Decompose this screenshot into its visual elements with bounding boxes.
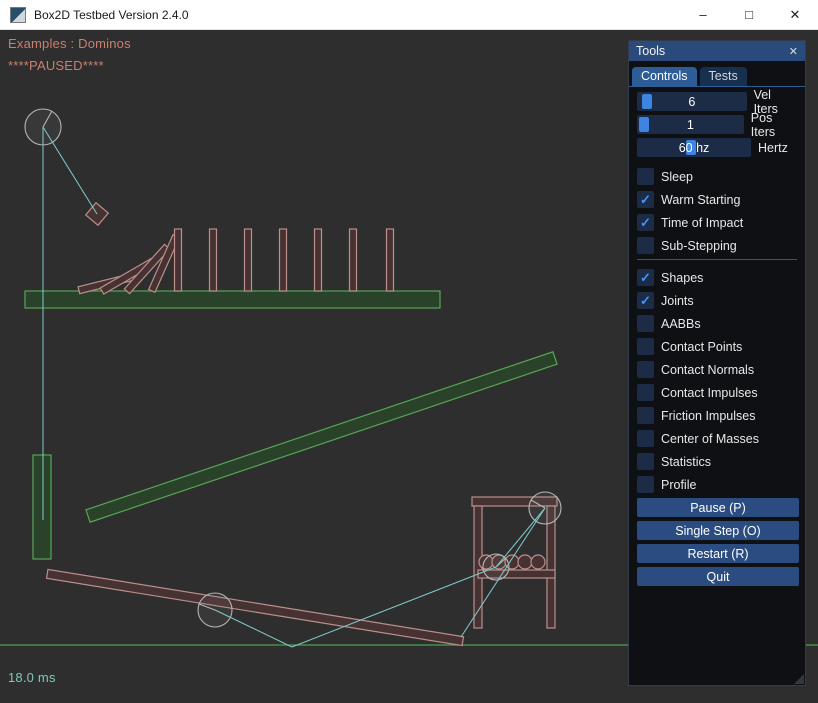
window-controls: – □ ✕ [680, 0, 818, 29]
checkbox-label: Time of Impact [661, 216, 743, 230]
checkbox-box[interactable] [637, 407, 654, 424]
checkbox-box[interactable] [637, 476, 654, 493]
check-icon: ✓ [640, 216, 651, 229]
checkbox-friction-impulses[interactable]: Friction Impulses [637, 406, 797, 425]
checkbox-box[interactable]: ✓ [637, 269, 654, 286]
tab-controls[interactable]: Controls [632, 67, 697, 86]
checkbox-center-of-masses[interactable]: Center of Masses [637, 429, 797, 448]
pause-button[interactable]: Pause (P) [637, 498, 799, 517]
maximize-button[interactable]: □ [726, 0, 772, 29]
slider-label: Pos Iters [751, 111, 797, 139]
checkbox-box[interactable] [637, 315, 654, 332]
close-button[interactable]: ✕ [772, 0, 818, 29]
slider-track[interactable]: 1 [637, 115, 744, 134]
checkbox-label: Profile [661, 478, 696, 492]
slider-value: 6 [637, 92, 747, 111]
check-icon: ✓ [640, 193, 651, 206]
tools-title: Tools [636, 44, 665, 58]
tab-bar: Controls Tests [629, 61, 805, 87]
checkbox-aabbs[interactable]: AABBs [637, 314, 797, 333]
tools-window: Tools ✕ Controls Tests 6 Vel Iters 1 Pos… [628, 40, 806, 686]
window-titlebar: Box2D Testbed Version 2.4.0 – □ ✕ [0, 0, 818, 30]
resize-grip[interactable] [794, 674, 804, 684]
slider-track[interactable]: 6 [637, 92, 747, 111]
paused-label: ****PAUSED**** [8, 58, 104, 73]
slider-value: 1 [637, 115, 744, 134]
slider-pos-iters[interactable]: 1 Pos Iters [637, 115, 797, 134]
checkbox-contact-normals[interactable]: Contact Normals [637, 360, 797, 379]
window-title: Box2D Testbed Version 2.4.0 [34, 8, 189, 22]
check-icon: ✓ [640, 271, 651, 284]
example-label: Examples : Dominos [8, 36, 131, 51]
tools-close-icon[interactable]: ✕ [789, 45, 798, 58]
checkbox-label: Sleep [661, 170, 693, 184]
slider-track[interactable]: 60 hz [637, 138, 751, 157]
slider-value: 60 hz [637, 138, 751, 157]
panel-body: 6 Vel Iters 1 Pos Iters 60 hz Hertz Slee… [629, 87, 805, 586]
checkbox-label: Center of Masses [661, 432, 759, 446]
checkbox-box[interactable]: ✓ [637, 191, 654, 208]
slider-label: Hertz [758, 141, 788, 155]
checkbox-label: AABBs [661, 317, 701, 331]
checkbox-box[interactable] [637, 430, 654, 447]
frame-time-label: 18.0 ms [8, 670, 56, 685]
checkbox-joints[interactable]: ✓ Joints [637, 291, 797, 310]
checkbox-box[interactable] [637, 338, 654, 355]
checkbox-box[interactable]: ✓ [637, 214, 654, 231]
checkbox-label: Statistics [661, 455, 711, 469]
minimize-button[interactable]: – [680, 0, 726, 29]
checkbox-box[interactable] [637, 453, 654, 470]
checkbox-contact-points[interactable]: Contact Points [637, 337, 797, 356]
checkbox-contact-impulses[interactable]: Contact Impulses [637, 383, 797, 402]
checkbox-time-of-impact[interactable]: ✓ Time of Impact [637, 213, 797, 232]
checkbox-label: Contact Impulses [661, 386, 758, 400]
app-icon [10, 7, 26, 23]
checkbox-label: Contact Normals [661, 363, 754, 377]
checkbox-statistics[interactable]: Statistics [637, 452, 797, 471]
dynamic-bodies[interactable] [46, 203, 557, 646]
checkbox-box[interactable] [637, 168, 654, 185]
tab-tests[interactable]: Tests [700, 67, 747, 86]
checkbox-label: Warm Starting [661, 193, 740, 207]
checkbox-warm-starting[interactable]: ✓ Warm Starting [637, 190, 797, 209]
checkbox-shapes[interactable]: ✓ Shapes [637, 268, 797, 287]
check-icon: ✓ [640, 294, 651, 307]
checkbox-label: Friction Impulses [661, 409, 755, 423]
single-step-button[interactable]: Single Step (O) [637, 521, 799, 540]
checkbox-box[interactable] [637, 361, 654, 378]
separator [637, 259, 797, 260]
checkbox-label: Contact Points [661, 340, 742, 354]
slider-hertz[interactable]: 60 hz Hertz [637, 138, 797, 157]
checkbox-box[interactable] [637, 237, 654, 254]
tools-titlebar[interactable]: Tools ✕ [629, 41, 805, 61]
restart-button[interactable]: Restart (R) [637, 544, 799, 563]
slider-vel-iters[interactable]: 6 Vel Iters [637, 92, 797, 111]
checkbox-label: Sub-Stepping [661, 239, 737, 253]
checkbox-profile[interactable]: Profile [637, 475, 797, 494]
checkbox-box[interactable]: ✓ [637, 292, 654, 309]
checkbox-label: Joints [661, 294, 694, 308]
checkbox-sub-stepping[interactable]: Sub-Stepping [637, 236, 797, 255]
checkbox-box[interactable] [637, 384, 654, 401]
checkbox-label: Shapes [661, 271, 703, 285]
quit-button[interactable]: Quit [637, 567, 799, 586]
checkbox-sleep[interactable]: Sleep [637, 167, 797, 186]
